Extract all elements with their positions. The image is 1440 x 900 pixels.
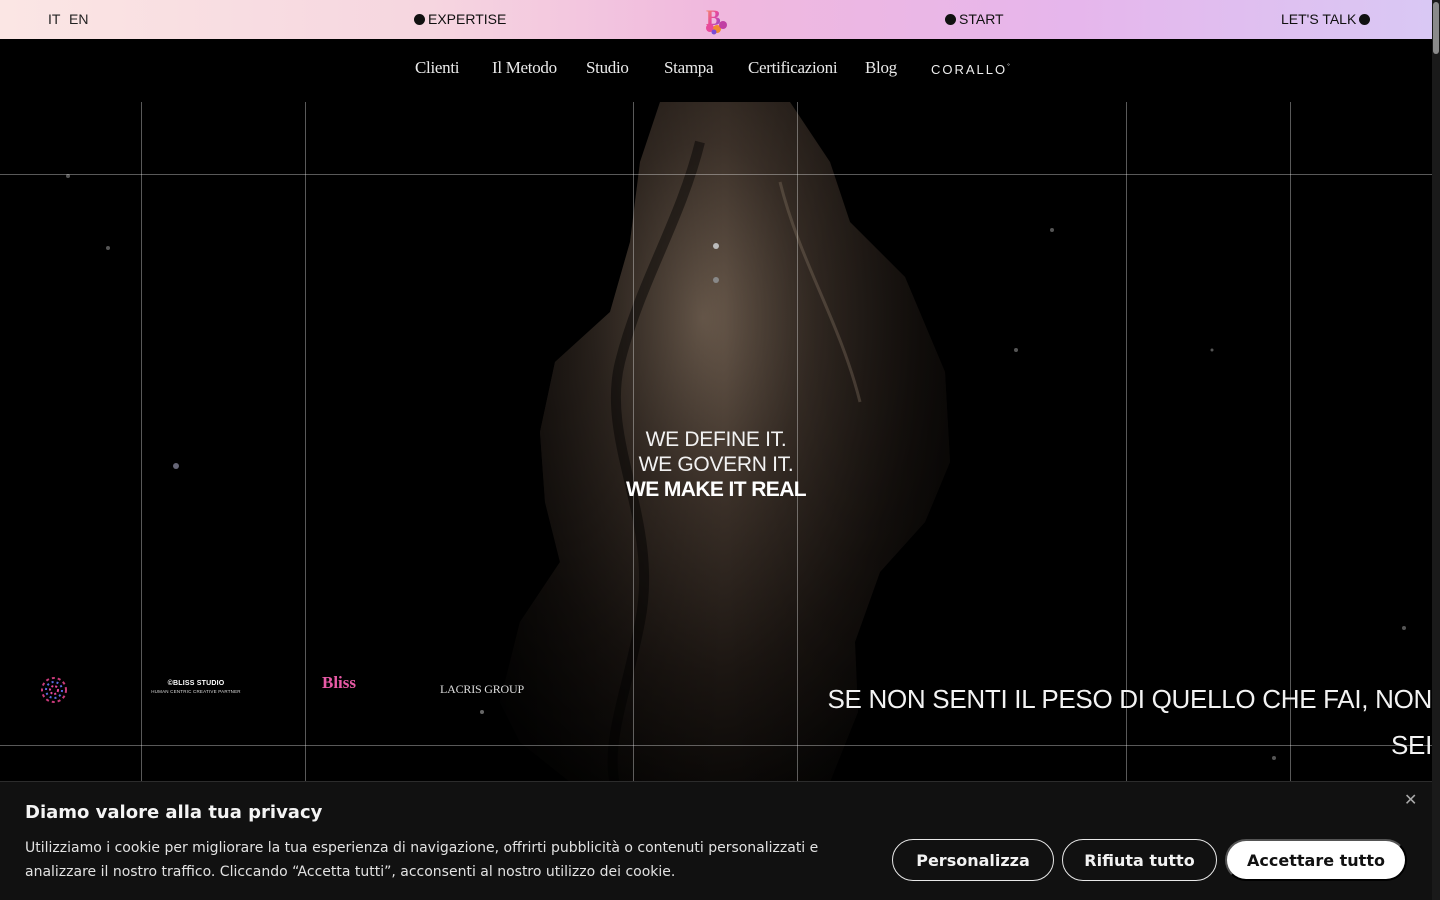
corallo-mark: ° bbox=[1007, 63, 1012, 71]
nav-item-blog[interactable]: Blog bbox=[865, 58, 897, 78]
reject-all-button[interactable]: Rifiuta tutto bbox=[1062, 839, 1217, 881]
expertise-link[interactable]: EXPERTISE bbox=[414, 11, 506, 27]
main-nav: Clienti Il Metodo Studio Stampa Certific… bbox=[0, 58, 1432, 84]
tagline-line-1: SE NON SENTI IL PESO DI QUELLO CHE FAI, … bbox=[827, 684, 1433, 760]
partner-lacris-logo: LACRIS GROUP bbox=[440, 682, 524, 696]
bullet-dot-icon bbox=[945, 13, 956, 25]
corallo-label: CORALLO bbox=[931, 62, 1008, 77]
cookie-title: Diamo valore alla tua privacy bbox=[25, 802, 323, 823]
hero-line-1: WE DEFINE IT. bbox=[645, 428, 787, 451]
partner-bliss-logo: Bliss bbox=[322, 673, 357, 692]
hero-line-2: WE GOVERN IT. bbox=[638, 453, 794, 476]
start-label: START bbox=[959, 11, 1004, 27]
nav-item-certificazioni[interactable]: Certificazioni bbox=[748, 58, 838, 78]
bullet-dot-icon bbox=[414, 13, 425, 25]
cookie-banner: Diamo valore alla tua privacy Utilizziam… bbox=[0, 781, 1432, 900]
corallo-logo-link[interactable]: CORALLO° bbox=[931, 62, 1012, 77]
close-icon[interactable]: ✕ bbox=[1404, 790, 1417, 809]
grid-line bbox=[0, 174, 1432, 175]
hero-line-3: WE MAKE IT REAL bbox=[626, 478, 807, 501]
lang-it-link[interactable]: IT bbox=[48, 11, 60, 27]
nav-item-studio[interactable]: Studio bbox=[586, 58, 629, 78]
brand-b-logo[interactable]: B bbox=[700, 3, 732, 35]
scrollbar-thumb[interactable] bbox=[1433, 2, 1439, 54]
expertise-label: EXPERTISE bbox=[428, 11, 507, 27]
bliss-studio-name: ©BLISS STUDIO bbox=[167, 680, 225, 687]
cookie-text: Utilizziamo i cookie per migliorare la t… bbox=[25, 840, 819, 880]
page-scrollbar[interactable] bbox=[1432, 0, 1440, 900]
lets-talk-link[interactable]: LET'S TALK bbox=[1281, 11, 1371, 27]
customize-button[interactable]: Personalizza bbox=[892, 839, 1054, 881]
accept-all-button[interactable]: Accettare tutto bbox=[1225, 839, 1407, 881]
nav-item-stampa[interactable]: Stampa bbox=[664, 58, 714, 78]
nav-item-clienti[interactable]: Clienti bbox=[415, 58, 459, 78]
partner-bliss-studio-logo: ©BLISS STUDIO HUMAN CENTRIC CREATIVE PAR… bbox=[150, 680, 242, 694]
lang-en-link[interactable]: EN bbox=[69, 11, 88, 27]
bullet-dot-icon bbox=[1359, 13, 1371, 25]
partner-flower-icon bbox=[41, 677, 67, 703]
start-link[interactable]: START bbox=[945, 11, 1004, 27]
nav-item-il-metodo[interactable]: Il Metodo bbox=[492, 58, 557, 78]
top-bar: IT EN EXPERTISE B START LET'S TALK bbox=[0, 0, 1432, 39]
bliss-studio-tagline: HUMAN CENTRIC CREATIVE PARTNER bbox=[151, 689, 241, 694]
lets-talk-label: LET'S TALK bbox=[1281, 11, 1357, 27]
